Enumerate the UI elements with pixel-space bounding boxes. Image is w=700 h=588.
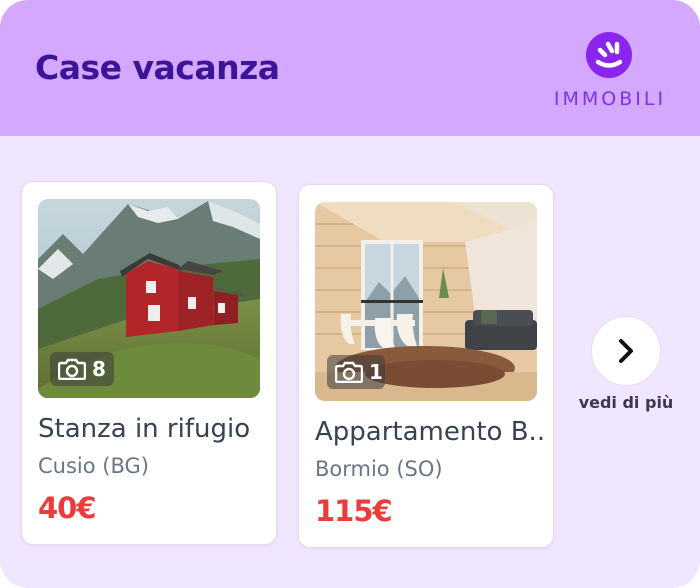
listing-title: Appartamento B..	[315, 417, 545, 447]
vacation-homes-widget: Case vacanza IMMOBILI 8 Stanza in rifugi…	[0, 0, 700, 588]
listing-title: Stanza in rifugio	[38, 414, 251, 444]
camera-icon	[58, 358, 86, 380]
brand-name: IMMOBILI	[553, 88, 667, 110]
see-more-button[interactable]	[591, 316, 661, 386]
widget-header: Case vacanza IMMOBILI	[0, 0, 700, 136]
see-more-label[interactable]: vedi di più	[573, 393, 679, 412]
photo-count-badge: 8	[50, 352, 114, 386]
camera-icon	[335, 361, 363, 383]
photo-count-badge: 1	[327, 355, 385, 389]
listing-card[interactable]: 1 Appartamento B.. Bormio (SO) 115€	[298, 184, 554, 548]
photo-count: 8	[92, 357, 106, 381]
widget-title: Case vacanza	[35, 48, 280, 87]
listing-location: Bormio (SO)	[315, 457, 443, 481]
photo-count: 1	[369, 360, 383, 384]
listing-photo[interactable]: 8	[38, 199, 260, 398]
listing-location: Cusio (BG)	[38, 454, 149, 478]
brand[interactable]: IMMOBILI	[548, 30, 672, 110]
listing-price: 40€	[38, 491, 97, 525]
brand-logo-icon	[586, 32, 632, 78]
listing-photo[interactable]: 1	[315, 202, 537, 401]
listing-price: 115€	[315, 494, 393, 528]
chevron-right-icon	[619, 339, 633, 363]
listing-card[interactable]: 8 Stanza in rifugio Cusio (BG) 40€	[21, 181, 277, 545]
